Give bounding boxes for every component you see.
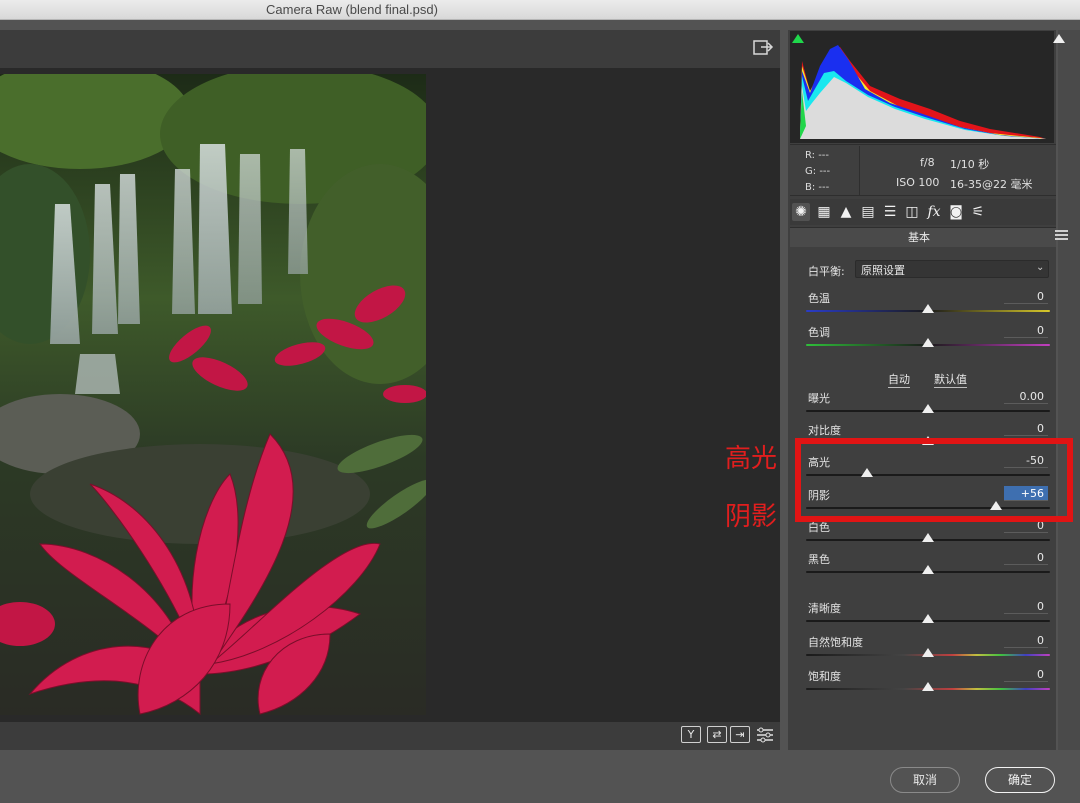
temperature-slider-thumb[interactable] [922, 304, 934, 313]
histogram [790, 31, 1054, 143]
basic-tab-aperture-icon[interactable]: ✺ [792, 203, 810, 221]
chevron-down-icon: ⌄ [1036, 262, 1045, 273]
shutter-value: 1/10 秒 [950, 158, 990, 171]
auto-button[interactable]: 自动 [888, 371, 910, 388]
r-readout: R: --- [805, 150, 830, 161]
vibrance-slider-thumb[interactable] [922, 648, 934, 657]
highlights-slider-track[interactable] [806, 474, 1050, 476]
preview-toolbar [0, 30, 780, 68]
contrast-slider-thumb[interactable] [922, 436, 934, 445]
shadows-label: 阴影 [808, 489, 830, 502]
contrast-label: 对比度 [808, 424, 841, 437]
blacks-label: 黑色 [808, 553, 830, 566]
effects-fx-icon[interactable]: fx [925, 203, 943, 221]
tint-label: 色调 [808, 326, 830, 339]
contrast-value-field[interactable]: 0 [1004, 421, 1048, 436]
blacks-slider-thumb[interactable] [922, 565, 934, 574]
saturation-value-field[interactable]: 0 [1004, 667, 1048, 682]
exposure-value-field[interactable]: 0.00 [1004, 389, 1048, 404]
temperature-value-field[interactable]: 0 [1004, 289, 1048, 304]
whites-value-field[interactable]: 0 [1004, 518, 1048, 533]
clarity-slider-thumb[interactable] [922, 614, 934, 623]
annotation-shadows: 阴影 [725, 502, 778, 532]
white-balance-value: 原照设置 [861, 264, 905, 277]
preview-bottom-bar [0, 722, 780, 750]
saturation-label: 饱和度 [808, 670, 841, 683]
waterfall-photo [0, 74, 426, 715]
lens-corrections-icon[interactable]: ◫ [903, 203, 921, 221]
section-title: 基本 [908, 231, 930, 244]
panel-menu-icon[interactable] [1055, 230, 1068, 242]
vibrance-value-field[interactable]: 0 [1004, 633, 1048, 648]
whites-label: 白色 [808, 521, 830, 534]
ok-button[interactable]: 确定 [985, 767, 1055, 793]
camera-calibration-icon[interactable]: ◙ [947, 203, 965, 221]
tone-curve-grid-icon[interactable]: ▦ [815, 203, 833, 221]
lens-value: 16-35@22 毫米 [950, 178, 1033, 191]
white-balance-label: 白平衡: [808, 265, 845, 278]
blacks-value-field[interactable]: 0 [1004, 550, 1048, 565]
open-in-photoshop-icon[interactable] [752, 38, 774, 58]
shadows-slider-thumb[interactable] [990, 501, 1003, 510]
b-readout: B: --- [805, 182, 830, 193]
shadow-clipping-icon[interactable] [791, 33, 805, 46]
annotation-highlights: 高光 [725, 444, 778, 474]
highlights-label: 高光 [808, 456, 830, 469]
cancel-button[interactable]: 取消 [890, 767, 960, 793]
window-title: Camera Raw (blend final.psd) [266, 2, 438, 17]
before-after-y-icon[interactable]: Y [681, 726, 701, 743]
vibrance-label: 自然饱和度 [808, 636, 863, 649]
exposure-slider-thumb[interactable] [922, 404, 934, 413]
highlight-clipping-icon[interactable] [1052, 33, 1066, 46]
shadows-value-field[interactable]: +56 [1004, 486, 1048, 501]
clarity-label: 清晰度 [808, 602, 841, 615]
aperture-value: f/8 [920, 156, 935, 169]
highlights-value-field[interactable]: -50 [1004, 453, 1048, 468]
preview-photo[interactable] [0, 74, 426, 715]
copy-settings-icon[interactable]: ⇥ [730, 726, 750, 743]
swap-settings-icon[interactable]: ⇄ [707, 726, 727, 743]
tint-slider-thumb[interactable] [922, 338, 934, 347]
tint-value-field[interactable]: 0 [1004, 323, 1048, 338]
saturation-slider-thumb[interactable] [922, 682, 934, 691]
info-divider [859, 146, 860, 196]
sliders-icon[interactable] [756, 727, 774, 743]
iso-value: ISO 100 [896, 176, 940, 189]
temperature-label: 色温 [808, 292, 830, 305]
highlights-slider-thumb[interactable] [861, 468, 873, 477]
presets-sliders-icon[interactable]: ⚟ [969, 203, 987, 221]
hsl-split-icon[interactable]: ▤ [859, 203, 877, 221]
title-bar: Camera Raw (blend final.psd) [0, 0, 1080, 20]
whites-slider-thumb[interactable] [922, 533, 934, 542]
panel-scroll-area[interactable] [1058, 30, 1080, 750]
default-button[interactable]: 默认值 [934, 371, 967, 388]
detail-mountain-icon[interactable]: ▲ [837, 203, 855, 221]
clarity-value-field[interactable]: 0 [1004, 599, 1048, 614]
exposure-label: 曝光 [808, 392, 830, 405]
split-toning-icon[interactable]: ☰ [881, 203, 899, 221]
g-readout: G: --- [805, 166, 831, 177]
shadows-slider-track[interactable] [806, 507, 1050, 509]
